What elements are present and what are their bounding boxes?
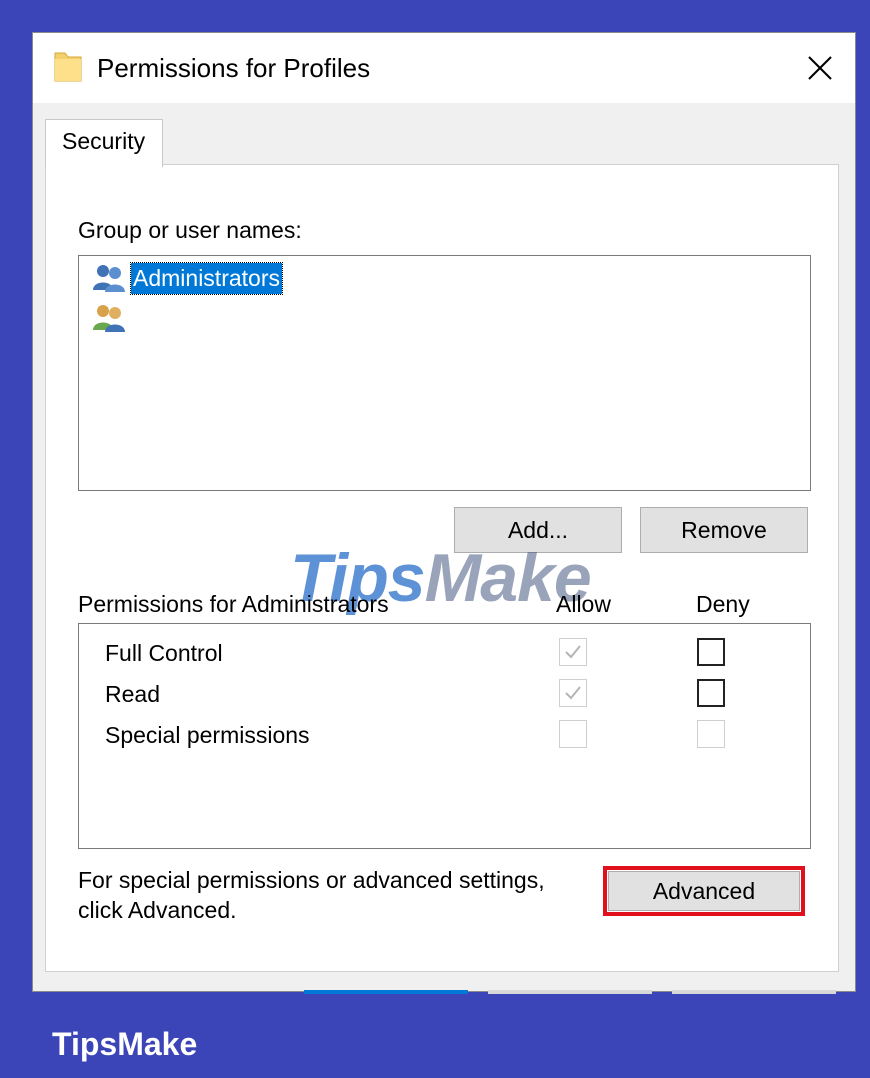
apply-button-edge[interactable]	[672, 990, 836, 994]
title-bar: Permissions for Profiles	[33, 33, 855, 103]
permission-row: Special permissions	[79, 714, 810, 754]
tab-strip: Security	[45, 119, 845, 167]
window-title: Permissions for Profiles	[97, 53, 371, 83]
folder-icon	[53, 49, 83, 83]
close-icon	[808, 56, 832, 80]
permissions-label: Permissions for Administrators	[78, 591, 389, 617]
allow-header: Allow	[556, 591, 611, 617]
brand-logo: TipsMake	[52, 1026, 198, 1062]
permission-name: Full Control	[105, 640, 223, 666]
allow-checkbox	[559, 638, 587, 666]
permission-name: Special permissions	[105, 722, 310, 748]
permission-name: Read	[105, 681, 160, 707]
list-item-label: Administrators	[130, 261, 283, 295]
user-group-icon	[93, 305, 125, 332]
permission-row: Read	[79, 673, 810, 713]
group-names-label: Group or user names:	[78, 217, 302, 243]
permissions-list: Full Control Read Special permissions	[78, 623, 811, 849]
permission-row: Full Control	[79, 632, 810, 672]
deny-header: Deny	[696, 591, 750, 617]
security-tab-page: Group or user names: Administrators Add.…	[45, 164, 839, 972]
advanced-note-line2: click Advanced.	[78, 897, 237, 923]
user-group-icon	[93, 265, 125, 292]
check-icon	[565, 645, 581, 659]
tab-security[interactable]: Security	[45, 119, 163, 167]
list-item[interactable]: Administrators	[91, 260, 283, 296]
advanced-button[interactable]: Advanced	[608, 871, 800, 911]
allow-checkbox	[559, 720, 587, 748]
deny-checkbox[interactable]	[697, 638, 725, 666]
group-user-list[interactable]: Administrators	[78, 255, 811, 491]
permissions-dialog: Permissions for Profiles Security Group …	[32, 32, 856, 992]
ok-button-edge[interactable]	[304, 990, 468, 994]
allow-checkbox	[559, 679, 587, 707]
deny-checkbox[interactable]	[697, 679, 725, 707]
remove-button[interactable]: Remove	[640, 507, 808, 553]
deny-checkbox	[697, 720, 725, 748]
list-item[interactable]	[91, 300, 127, 336]
check-icon	[565, 686, 581, 700]
close-button[interactable]	[785, 33, 855, 103]
cancel-button-edge[interactable]	[488, 990, 652, 994]
advanced-note-line1: For special permissions or advanced sett…	[78, 867, 545, 893]
